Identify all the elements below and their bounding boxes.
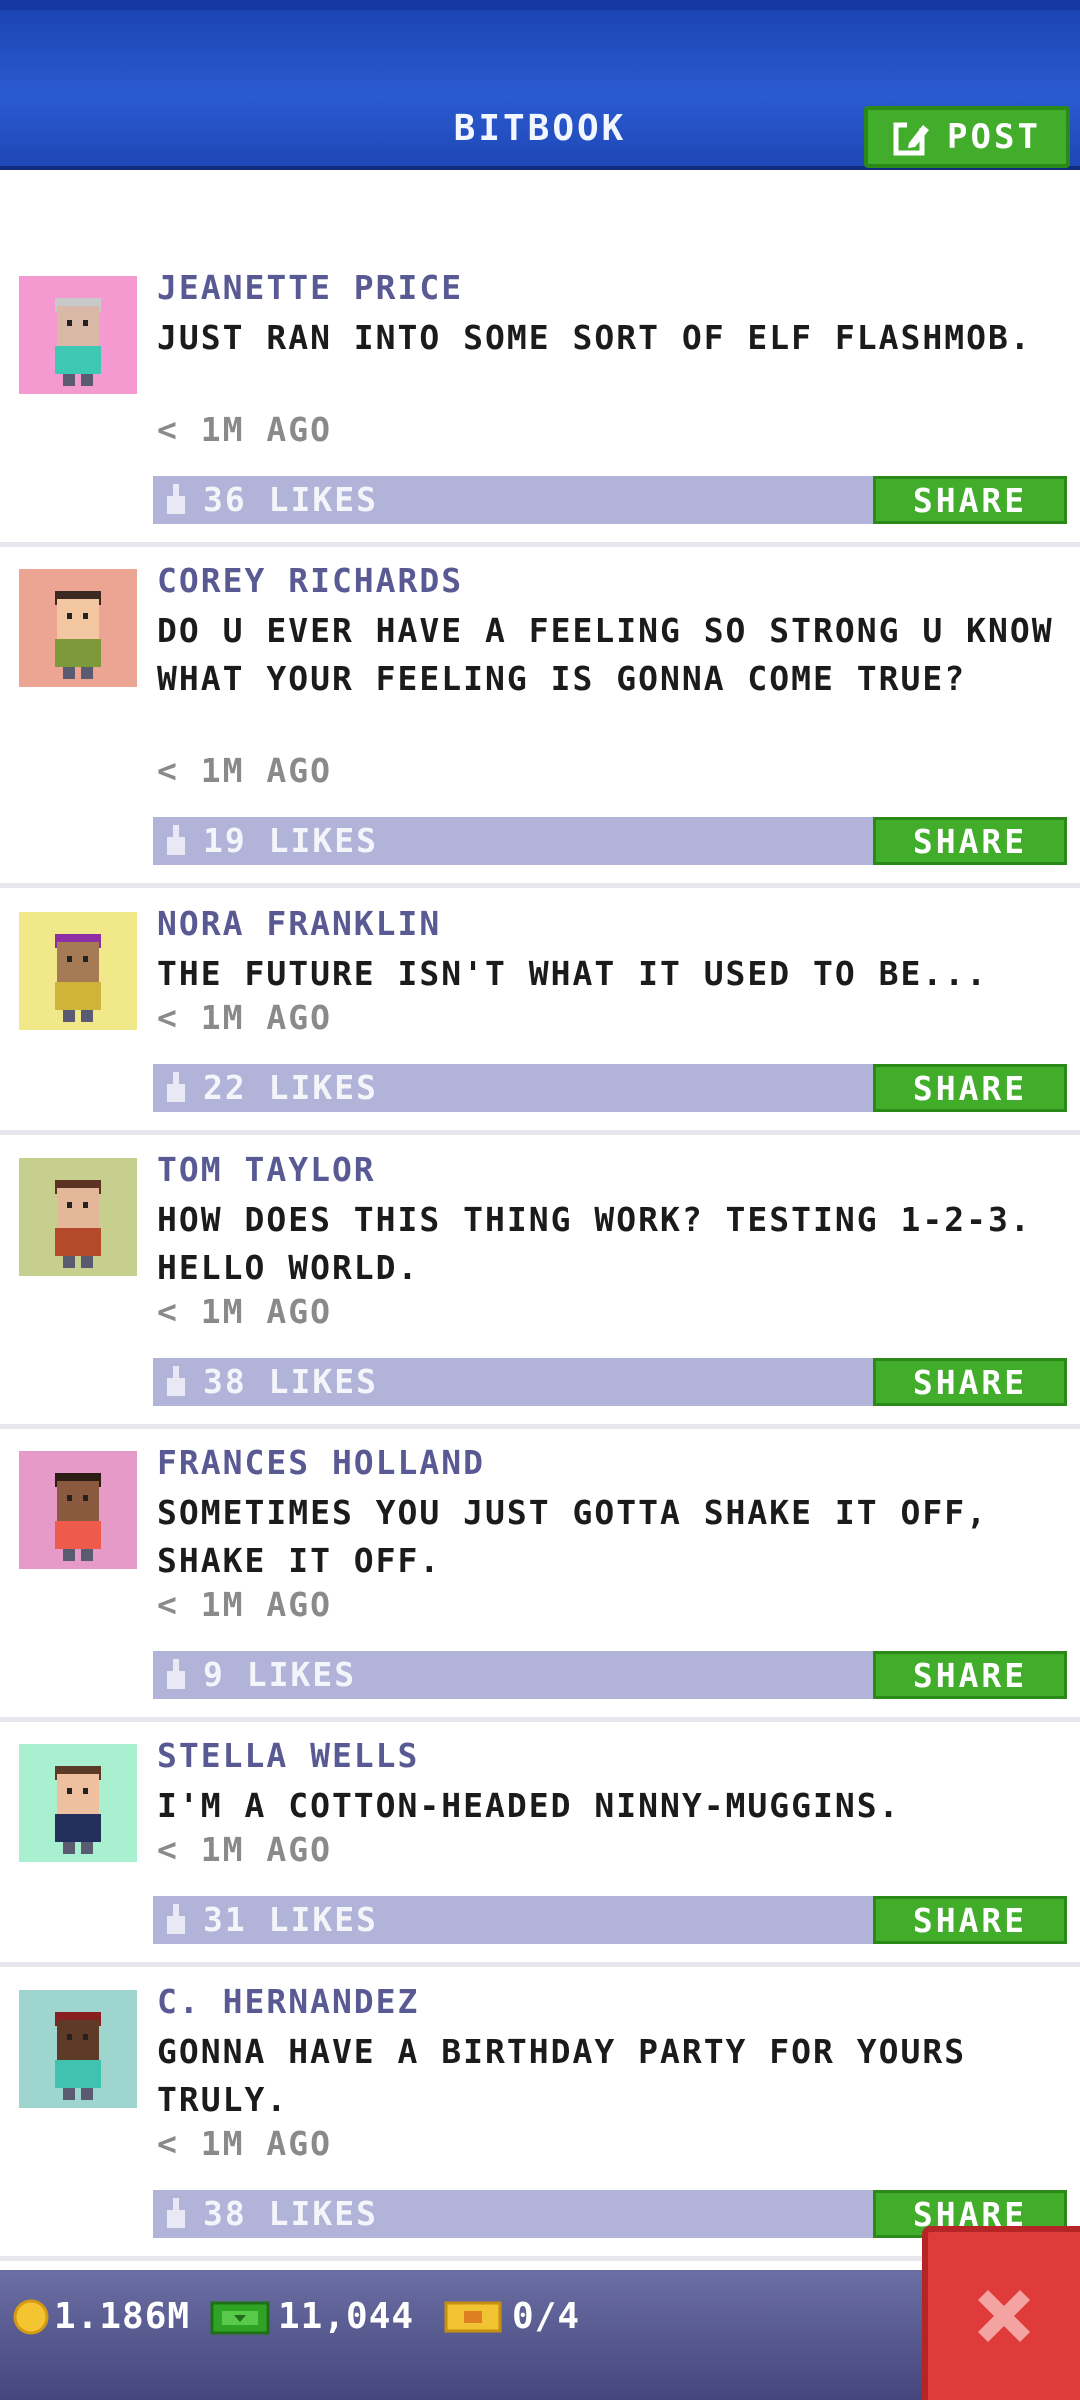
avatar[interactable] <box>19 569 137 687</box>
post-author: TOM TAYLOR <box>157 1150 376 1189</box>
post-divider <box>0 1962 1080 1967</box>
avatar[interactable] <box>19 276 137 394</box>
thumbs-up-icon[interactable] <box>165 1366 187 1400</box>
share-button[interactable]: SHARE <box>873 1896 1067 1944</box>
thumbs-up-icon[interactable] <box>165 2198 187 2232</box>
thumbs-up-icon[interactable] <box>165 825 187 859</box>
post-timestamp: < 1M AGO <box>157 410 332 449</box>
post-author: NORA FRANKLIN <box>157 904 442 943</box>
share-button[interactable]: SHARE <box>873 476 1067 524</box>
avatar[interactable] <box>19 1744 137 1862</box>
thumbs-up-icon[interactable] <box>165 1904 187 1938</box>
like-bar: 31 LIKES SHARE <box>153 1896 1067 1944</box>
coins-stat: 1.186M <box>12 2296 190 2337</box>
post-timestamp: < 1M AGO <box>157 1830 332 1869</box>
likes-count: 22 LIKES <box>203 1068 378 1107</box>
post-message: DO U EVER HAVE A FEELING SO STRONG U KNO… <box>157 611 1054 698</box>
app-header: BITBOOK POST <box>0 0 1080 170</box>
tickets-stat: 0/4 <box>444 2296 580 2337</box>
ticket-icon <box>444 2301 502 2332</box>
like-bar: 19 LIKES SHARE <box>153 817 1067 865</box>
post-message: THE FUTURE ISN'T WHAT IT USED TO BE... <box>157 954 988 993</box>
bux-icon <box>210 2301 270 2334</box>
likes-count: 38 LIKES <box>203 1362 378 1401</box>
likes-count: 31 LIKES <box>203 1900 378 1939</box>
close-button[interactable] <box>922 2226 1080 2400</box>
avatar[interactable] <box>19 1990 137 2108</box>
status-bar: 1.186M 11,044 0/4 <box>0 2270 1080 2400</box>
post-message: JUST RAN INTO SOME SORT OF ELF FLASHMOB. <box>157 318 1032 357</box>
post-author: JEANETTE PRICE <box>157 268 464 307</box>
like-bar: 38 LIKES SHARE <box>153 1358 1067 1406</box>
likes-count: 36 LIKES <box>203 480 378 519</box>
likes-count: 9 LIKES <box>203 1655 357 1694</box>
share-button[interactable]: SHARE <box>873 1064 1067 1112</box>
share-button[interactable]: SHARE <box>873 1651 1067 1699</box>
tickets-value: 0/4 <box>512 2296 581 2337</box>
post-timestamp: < 1M AGO <box>157 2124 332 2163</box>
post-divider <box>0 1424 1080 1429</box>
bux-value: 11,044 <box>278 2296 415 2337</box>
post-author: COREY RICHARDS <box>157 561 464 600</box>
post-message: SOMETIMES YOU JUST GOTTA SHAKE IT OFF, S… <box>157 1493 988 1580</box>
likes-count: 38 LIKES <box>203 2194 378 2233</box>
post-timestamp: < 1M AGO <box>157 751 332 790</box>
post-author: FRANCES HOLLAND <box>157 1443 486 1482</box>
post-divider <box>0 2256 1080 2261</box>
avatar[interactable] <box>19 1158 137 1276</box>
thumbs-up-icon[interactable] <box>165 484 187 518</box>
post-button[interactable]: POST <box>864 106 1070 168</box>
like-bar: 22 LIKES SHARE <box>153 1064 1067 1112</box>
thumbs-up-icon[interactable] <box>165 1072 187 1106</box>
post-message: GONNA HAVE A BIRTHDAY PARTY FOR YOURS TR… <box>157 2032 967 2119</box>
avatar[interactable] <box>19 1451 137 1569</box>
post-divider <box>0 542 1080 547</box>
post-divider <box>0 1717 1080 1722</box>
post-timestamp: < 1M AGO <box>157 998 332 1037</box>
coins-value: 1.186M <box>54 2296 191 2337</box>
like-bar: 9 LIKES SHARE <box>153 1651 1067 1699</box>
share-button[interactable]: SHARE <box>873 817 1067 865</box>
avatar[interactable] <box>19 912 137 1030</box>
share-button[interactable]: SHARE <box>873 1358 1067 1406</box>
post-author: STELLA WELLS <box>157 1736 420 1775</box>
post-message: HOW DOES THIS THING WORK? TESTING 1-2-3.… <box>157 1200 1032 1287</box>
compose-icon <box>893 120 931 156</box>
likes-count: 19 LIKES <box>203 821 378 860</box>
bux-stat: 11,044 <box>210 2296 414 2337</box>
close-icon <box>978 2290 1030 2342</box>
post-timestamp: < 1M AGO <box>157 1292 332 1331</box>
post-divider <box>0 1130 1080 1135</box>
post-timestamp: < 1M AGO <box>157 1585 332 1624</box>
post-author: C. HERNANDEZ <box>157 1982 420 2021</box>
post-divider <box>0 883 1080 888</box>
coin-icon <box>13 2299 49 2334</box>
like-bar: 36 LIKES SHARE <box>153 476 1067 524</box>
post-button-label: POST <box>947 117 1041 157</box>
post-message: I'M A COTTON-HEADED NINNY-MUGGINS. <box>157 1786 901 1825</box>
thumbs-up-icon[interactable] <box>165 1659 187 1693</box>
